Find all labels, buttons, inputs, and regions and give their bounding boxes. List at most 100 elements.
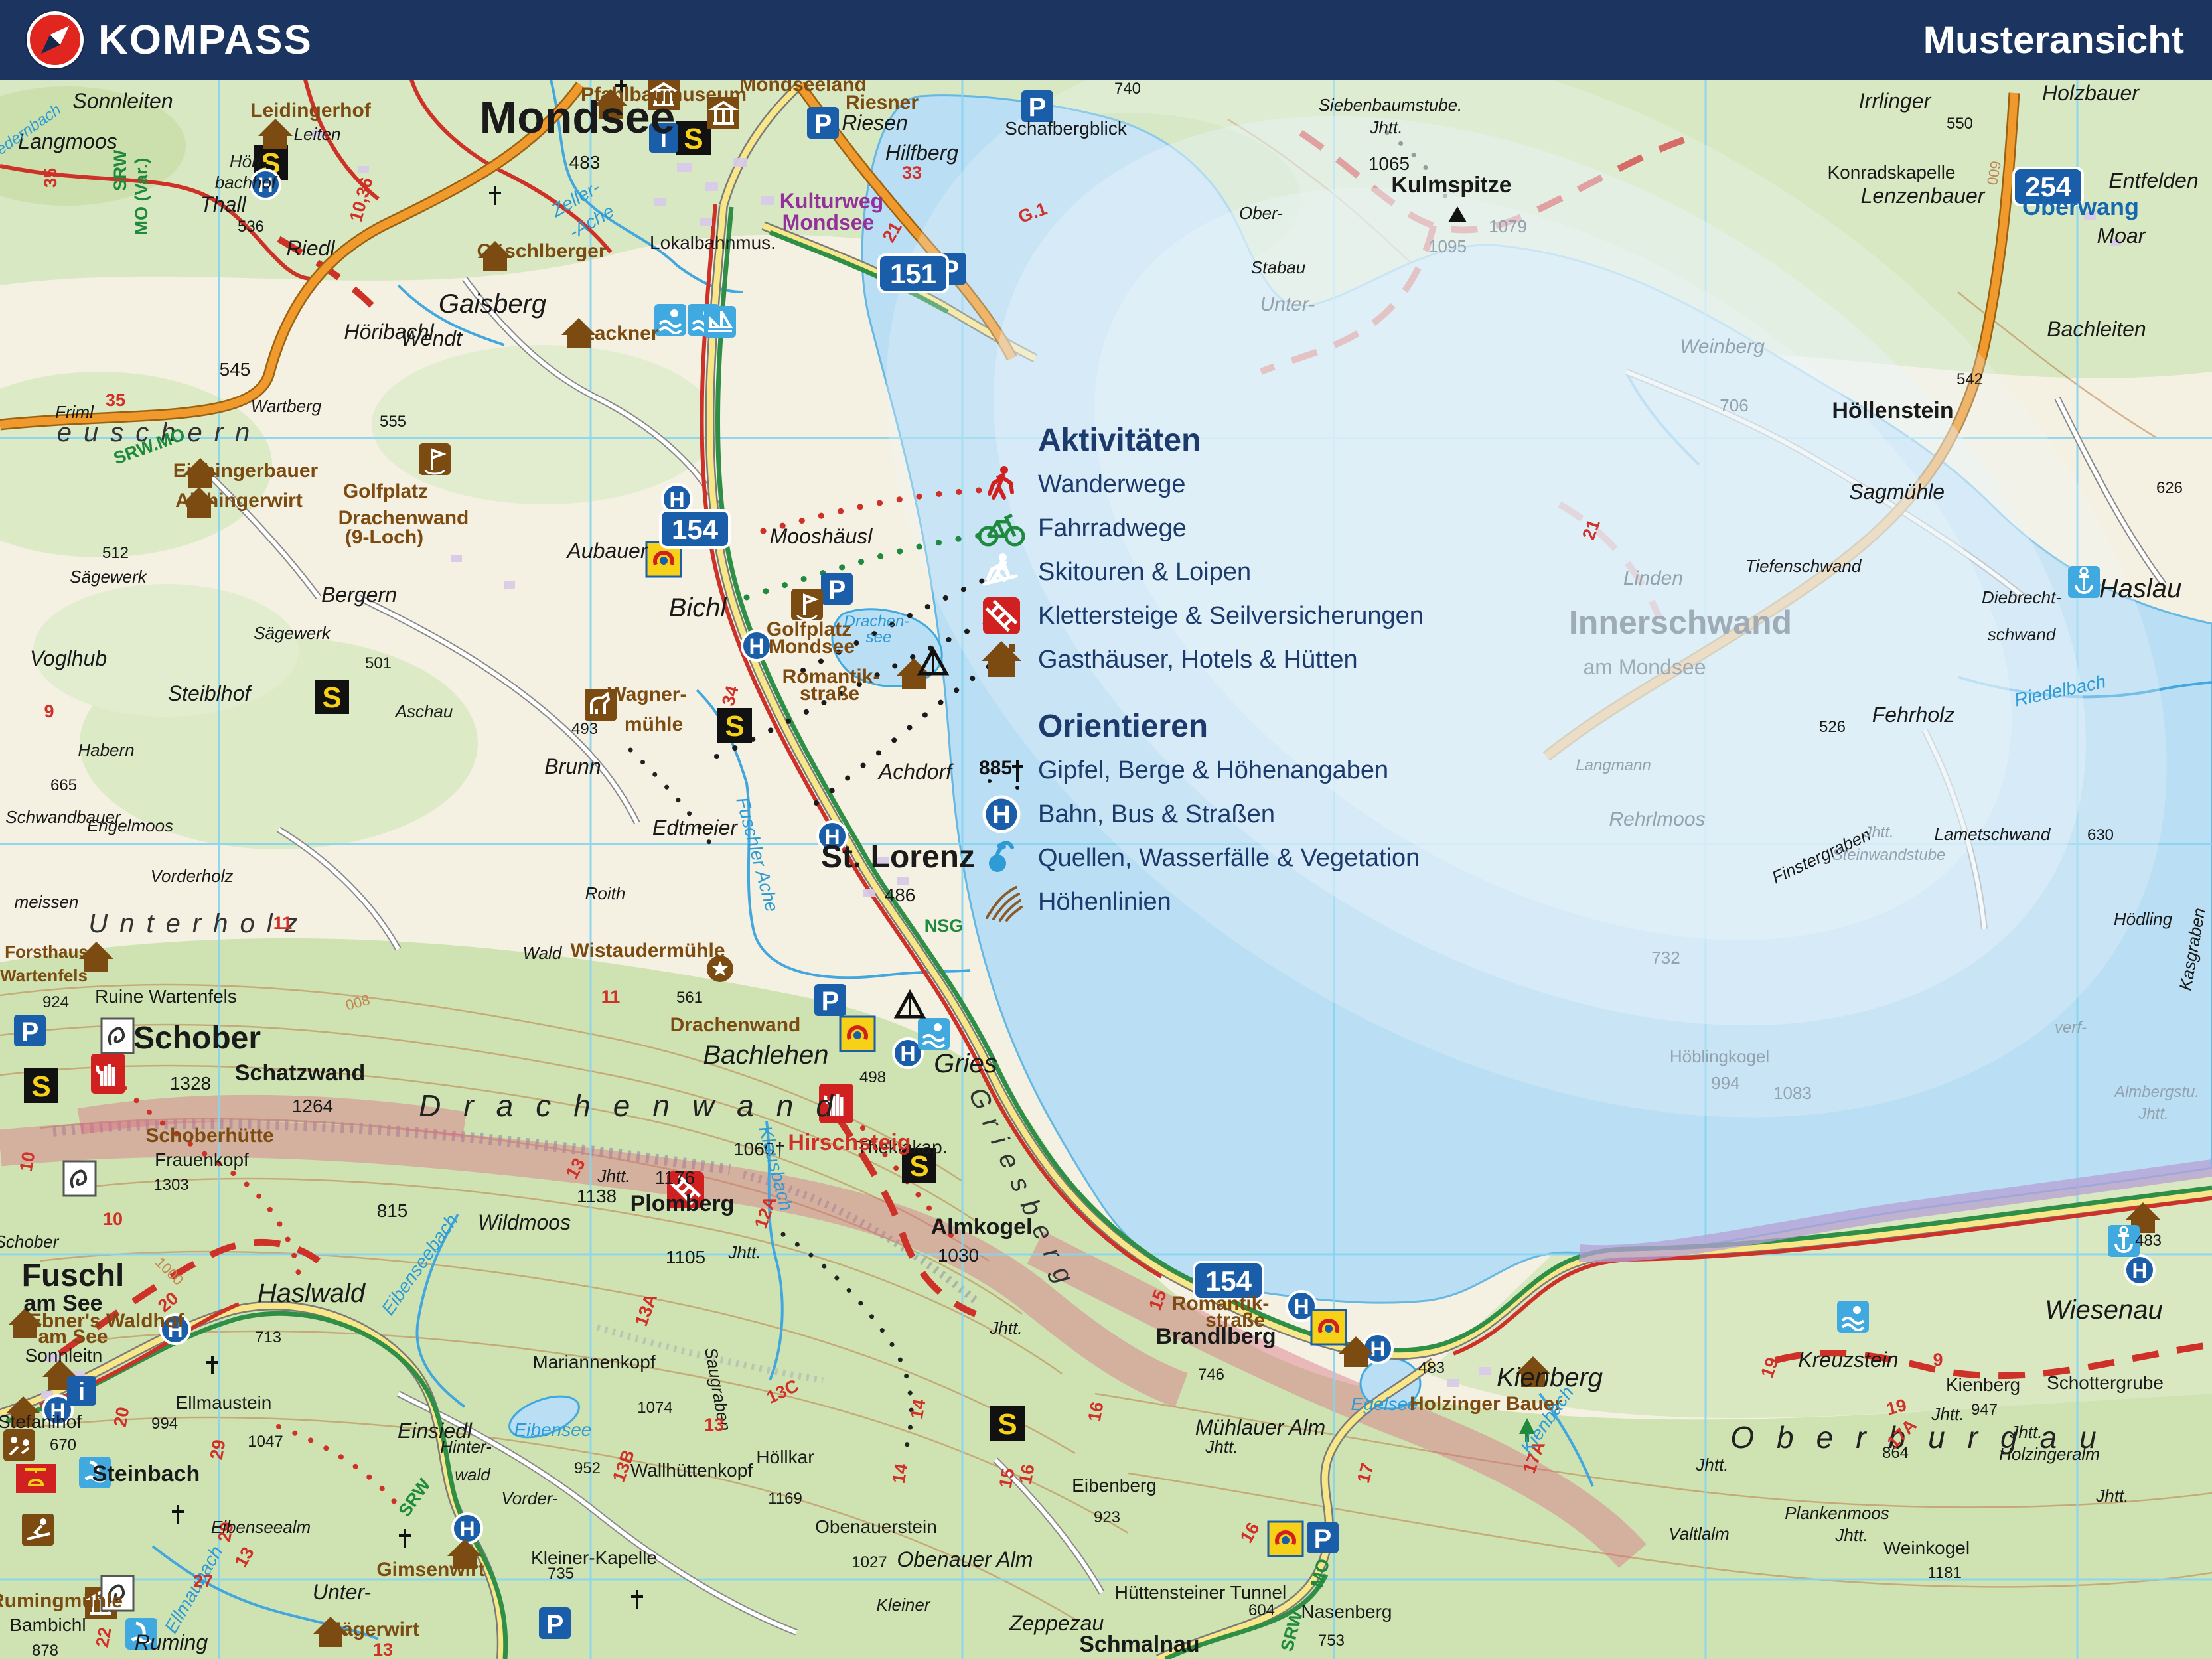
map-label: Egelsee: [1351, 1394, 1418, 1414]
map-label: 994: [1711, 1073, 1739, 1093]
map-label: Schafbergblick: [1005, 118, 1128, 139]
map-label: Höri-: [230, 151, 267, 171]
map-label: Schober: [0, 1232, 60, 1252]
map-label: Fuschl: [22, 1258, 125, 1293]
map-label: Golfplatz: [343, 480, 428, 502]
map-label: Linden: [1623, 567, 1683, 589]
map-label: 9: [1933, 1350, 1943, 1370]
brand-name: KOMPASS: [98, 17, 313, 64]
map-label: Aubauer: [566, 539, 648, 563]
map-label: 550: [1947, 115, 1973, 133]
map-label: Drachenwand: [670, 1014, 801, 1036]
map-label: 630: [2087, 826, 2114, 844]
map-label: 14: [907, 1398, 930, 1421]
map-label: Riedl: [287, 236, 336, 260]
map-label: Diebrecht-: [1982, 587, 2061, 607]
map-label: 665: [50, 776, 77, 794]
map-label: Göschlberger: [477, 240, 606, 262]
map-label: Kreuzstein: [1798, 1348, 1898, 1372]
skibox-map-icon: [22, 1514, 54, 1546]
map-label: 555: [380, 413, 406, 431]
map-label: Gaisberg: [439, 289, 546, 319]
map-label: 35: [106, 390, 125, 410]
map-label: Forsthaus: [5, 942, 88, 962]
golf-map-icon: [791, 589, 823, 620]
map-label: see: [866, 628, 892, 646]
map-label: Sägewerk: [254, 623, 332, 643]
s-map-icon: [717, 708, 752, 743]
kompass-logo[interactable]: KOMPASS: [27, 11, 313, 68]
map-label: Drachenwand: [419, 1088, 855, 1123]
hiker-icon: [974, 463, 1029, 506]
map-label: 16: [1084, 1400, 1108, 1423]
map-label: Rumingmühle: [0, 1590, 123, 1612]
legend-item-hoehenlinien: Höhenlinien: [974, 880, 1424, 924]
map-label: am Mondsee: [1584, 655, 1706, 679]
legend-item-quellen: Quellen, Wasserfälle & Vegetation: [974, 836, 1424, 880]
map-label: SRW: [110, 149, 130, 191]
legend-item-label: Wanderwege: [1038, 470, 1186, 499]
map-label: Stabau: [1251, 257, 1305, 277]
h-map-icon: [453, 1514, 482, 1543]
map-label: 483: [1418, 1359, 1445, 1377]
map-label: 512: [102, 544, 129, 562]
map-label: Leiten: [294, 124, 341, 144]
map-label: Steinbach: [92, 1461, 200, 1486]
map-label: Wallhüttenkopf: [630, 1460, 753, 1480]
map-label: 1027: [851, 1553, 887, 1571]
map-label: Brandlberg: [1155, 1324, 1276, 1349]
peak-icon: 885: [974, 749, 1029, 792]
map-label: 486: [885, 885, 916, 905]
legend-item-gipfel: 885 Gipfel, Berge & Höhenangaben: [974, 749, 1424, 792]
svg-text:154: 154: [672, 514, 719, 545]
map-label: Konradskapelle: [1827, 162, 1955, 182]
map-label: Obenauer Alm: [897, 1548, 1033, 1571]
bike-icon: [974, 507, 1029, 549]
map-label: Obenauerstein: [815, 1516, 937, 1537]
map-label: wald: [455, 1465, 491, 1484]
map-label: Innerschwand: [1569, 604, 1792, 641]
road-shield: 151: [879, 255, 948, 292]
page-title: Musteransicht: [1923, 18, 2184, 62]
map-label: 1176: [655, 1167, 695, 1188]
s-map-icon: [990, 1406, 1025, 1441]
map-label: Plomberg: [630, 1191, 735, 1216]
map-label: 536: [238, 218, 264, 236]
map-label: bachhof: [215, 173, 278, 192]
map-label: Frauenkopf: [155, 1149, 249, 1170]
map-label: Schatzwand: [235, 1060, 365, 1086]
bus-map-icon: [1268, 1522, 1303, 1556]
swim-map-icon: [1837, 1301, 1869, 1333]
map-label: 16: [1015, 1463, 1039, 1486]
p-map-icon: [1307, 1522, 1339, 1553]
map-label: 746: [1198, 1366, 1224, 1384]
anchor-map-icon: [2068, 566, 2100, 598]
map-label: Mondsee: [782, 210, 875, 234]
map-label: Irrlinger: [1859, 89, 1932, 113]
map-label: Kienberg: [1946, 1374, 2020, 1395]
map-label: 670: [50, 1436, 76, 1454]
map-label: Unter-: [1260, 293, 1315, 315]
map-label: 994: [151, 1415, 178, 1433]
map-label: Eibenseealm: [211, 1517, 311, 1537]
map-label: 1328: [170, 1073, 211, 1094]
map-label: Ellmaustein: [176, 1392, 272, 1413]
compass-icon: [27, 11, 84, 68]
map-label: 706: [1720, 396, 1748, 415]
map-label: Voglhub: [30, 646, 107, 670]
map-label: Höblingkogel: [1670, 1046, 1769, 1066]
sail-map-icon: [704, 306, 736, 338]
map-label: Tiefenschwand: [1745, 556, 1862, 576]
map-label: 1138: [577, 1186, 617, 1206]
map-label: Eibenberg: [1072, 1475, 1157, 1496]
map-label: Oberwang: [2022, 193, 2139, 220]
map-label: 13: [373, 1640, 393, 1659]
map-label: Roith: [585, 883, 626, 903]
p-map-icon: [539, 1607, 571, 1639]
map-label: Pfahlbaumuseum: [581, 84, 747, 106]
hand-map-icon: [91, 1054, 125, 1094]
svg-text:H: H: [992, 801, 1010, 829]
map-label: Jhtt.: [2095, 1486, 2128, 1506]
map-label: 952: [574, 1459, 601, 1477]
map-label: Almbergstu.: [2113, 1083, 2199, 1101]
